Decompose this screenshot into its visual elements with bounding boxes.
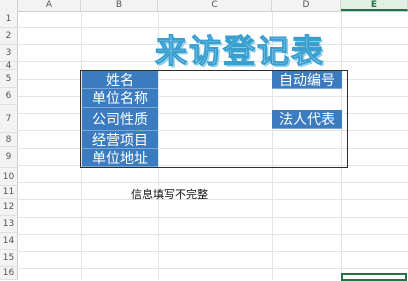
row-header-3[interactable]: 3 — [0, 45, 18, 62]
row-header-16[interactable]: 16 — [0, 267, 18, 280]
row-header-10[interactable]: 10 — [0, 168, 18, 186]
column-header-c[interactable]: C — [158, 0, 272, 11]
row-header-13[interactable]: 13 — [0, 216, 18, 233]
row-header-2[interactable]: 2 — [0, 28, 18, 45]
row-header-4[interactable]: 4 — [0, 62, 18, 71]
row-header-11[interactable]: 11 — [0, 186, 18, 199]
column-header-b[interactable]: B — [81, 0, 158, 11]
column-header-a[interactable]: A — [18, 0, 81, 11]
label-company-type[interactable]: 公司性质 — [82, 108, 158, 131]
label-company-name[interactable]: 单位名称 — [82, 89, 158, 108]
validation-message: 信息填写不完整 — [131, 188, 208, 201]
row-header-8[interactable]: 8 — [0, 133, 18, 147]
label-company-address[interactable]: 单位地址 — [82, 149, 158, 167]
row-header-15[interactable]: 15 — [0, 250, 18, 267]
column-header-e[interactable]: E — [341, 0, 408, 11]
form-title: 来访登记表 — [154, 32, 325, 71]
label-legal-representative[interactable]: 法人代表 — [272, 110, 342, 129]
row-header-7[interactable]: 7 — [0, 105, 18, 133]
label-business-scope[interactable]: 经营项目 — [82, 131, 158, 149]
column-header-d[interactable]: D — [272, 0, 341, 11]
row-header-12[interactable]: 12 — [0, 199, 18, 216]
row-header-9[interactable]: 9 — [0, 147, 18, 168]
label-auto-number[interactable]: 自动编号 — [272, 71, 342, 89]
row-header-14[interactable]: 14 — [0, 233, 18, 250]
row-header-5[interactable]: 5 — [0, 70, 18, 88]
row-header-1[interactable]: 1 — [0, 11, 18, 28]
spreadsheet[interactable]: A B C D E 1 2 3 4 5 6 7 8 9 10 11 12 13 … — [0, 0, 408, 281]
row-header-6[interactable]: 6 — [0, 88, 18, 105]
label-name[interactable]: 姓名 — [82, 71, 158, 89]
select-all-corner[interactable] — [0, 0, 18, 11]
